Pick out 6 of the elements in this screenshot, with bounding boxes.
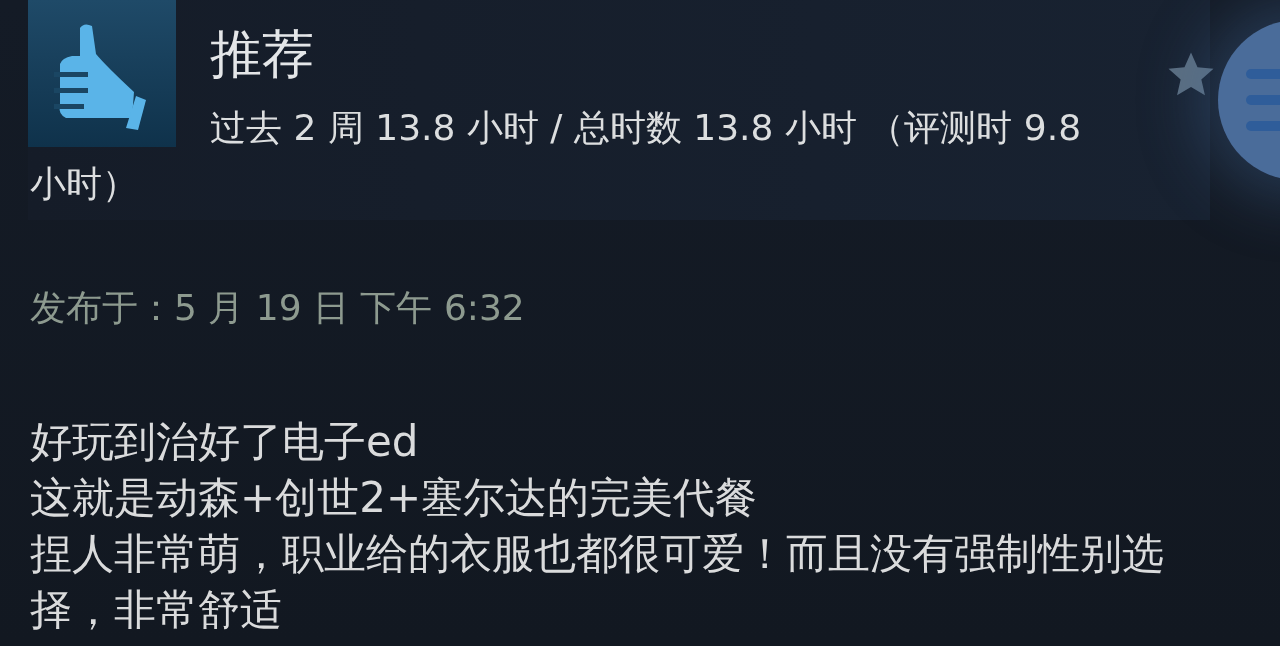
posted-date: 发布于：5 月 19 日 下午 6:32	[30, 286, 525, 330]
verdict-title: 推荐	[210, 24, 314, 84]
playtime-text: 过去 2 周 13.8 小时 / 总时数 13.8 小时 （评测时 9.8 小时）	[29, 106, 1083, 206]
review-text: 好玩到治好了电子ed	[30, 416, 419, 468]
review-text: 捏人非常萌，职业给的衣服也都很可爱！而且没有强制性别选择，非常舒适	[30, 528, 1165, 636]
review-text: 这就是动森+创世2+塞尔达的完美代餐	[30, 472, 758, 524]
